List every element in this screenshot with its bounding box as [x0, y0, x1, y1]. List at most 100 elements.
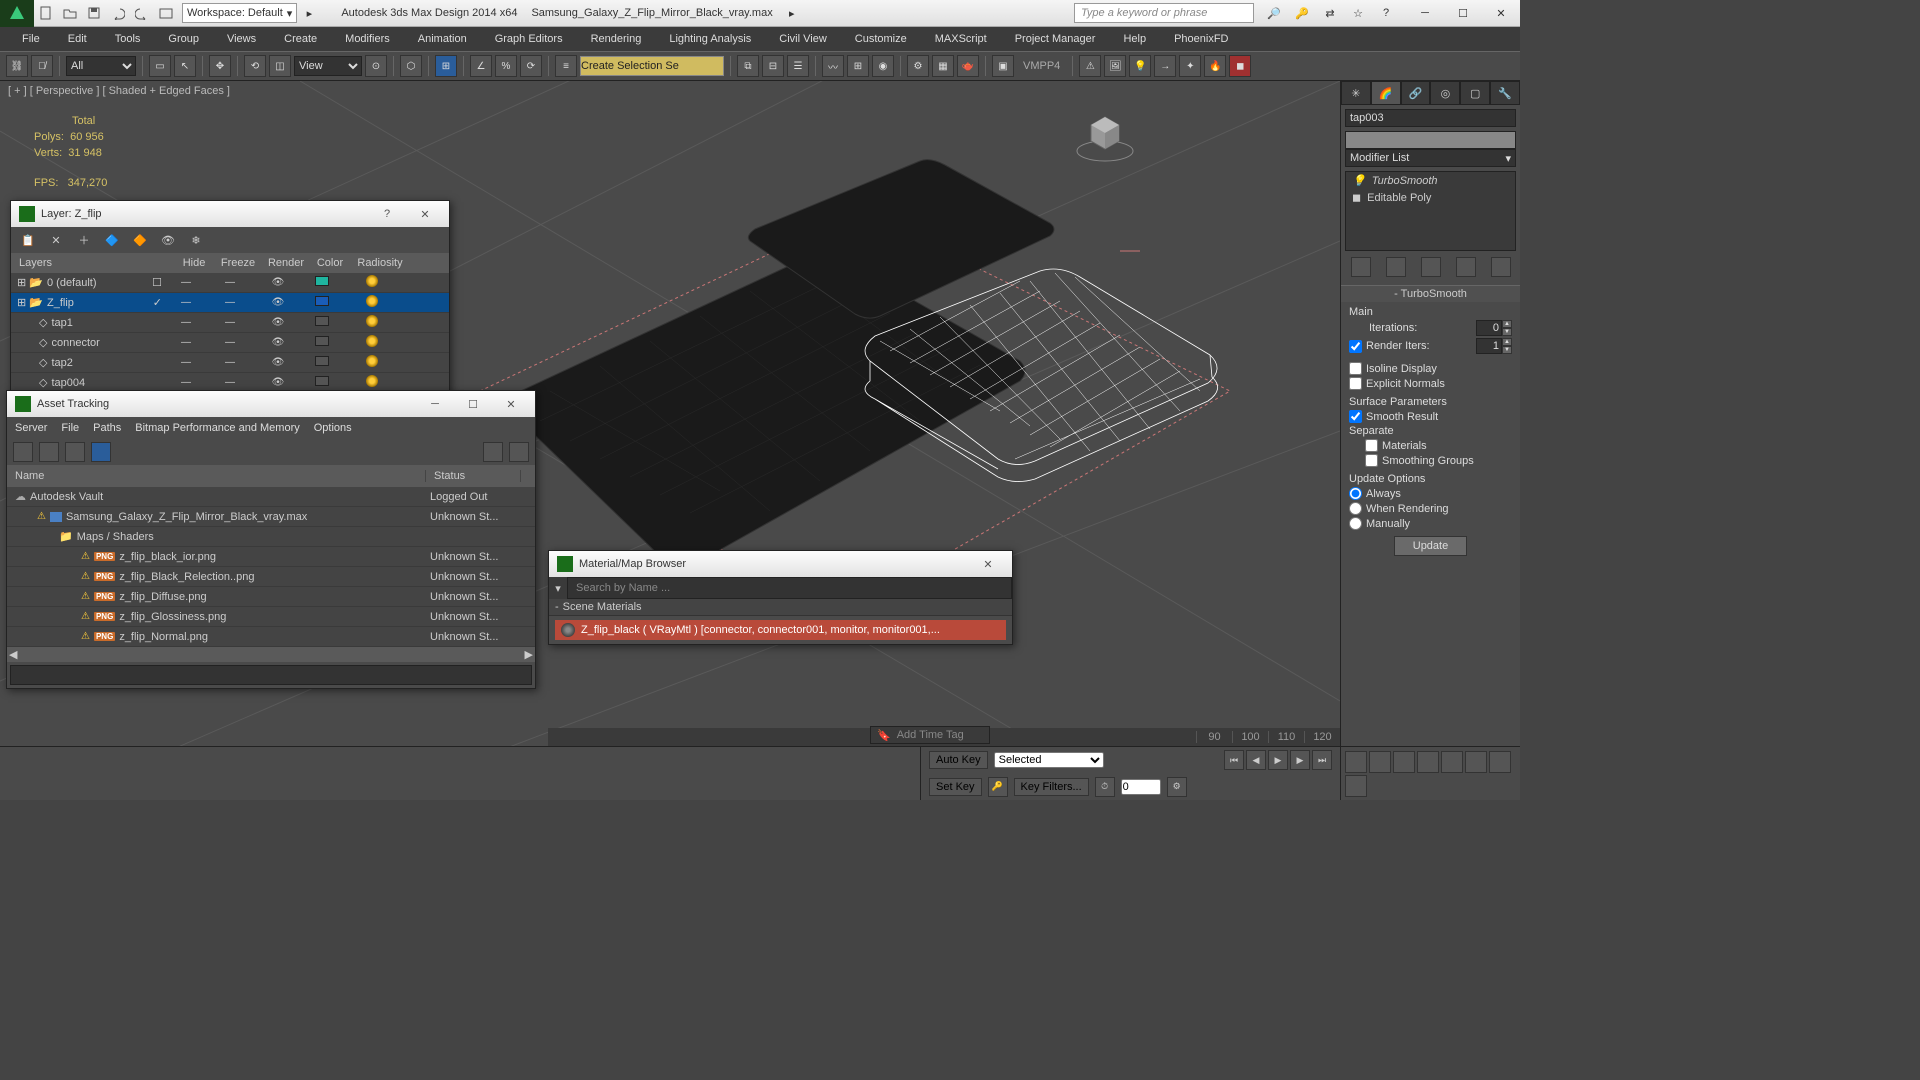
- undo-icon[interactable]: [107, 2, 129, 24]
- layer-row[interactable]: ◇ tap2 ——👁: [11, 353, 449, 373]
- layer-row[interactable]: ⊞ 📂 Z_flip ✓——👁: [11, 293, 449, 313]
- orbit-icon[interactable]: [1465, 751, 1487, 773]
- schematic-icon[interactable]: ⊞: [847, 55, 869, 77]
- asset-hscroll[interactable]: ◀▶: [7, 647, 535, 662]
- arrow-icon[interactable]: →: [1154, 55, 1176, 77]
- rotate-icon[interactable]: ⟲: [244, 55, 266, 77]
- viewcube[interactable]: [1070, 101, 1140, 171]
- menu-rendering[interactable]: Rendering: [577, 29, 656, 49]
- maximize-vp-icon[interactable]: [1489, 751, 1511, 773]
- asset-min-button[interactable]: ─: [419, 393, 451, 415]
- move-icon[interactable]: ✥: [209, 55, 231, 77]
- scale-icon[interactable]: ◫: [269, 55, 291, 77]
- unique-icon[interactable]: [1421, 257, 1441, 277]
- menu-civil-view[interactable]: Civil View: [765, 29, 840, 49]
- asset-menu-server[interactable]: Server: [15, 422, 47, 434]
- vray-fb-icon[interactable]: ▣: [992, 55, 1014, 77]
- stop-icon[interactable]: ◼: [1229, 55, 1251, 77]
- minimize-button[interactable]: ─: [1406, 0, 1444, 27]
- mat-search-input[interactable]: Search by Name ...: [567, 577, 1012, 599]
- remove-mod-icon[interactable]: [1456, 257, 1476, 277]
- asset-row[interactable]: ⚠ Samsung_Galaxy_Z_Flip_Mirror_Black_vra…: [7, 507, 535, 527]
- freeze-unfreeze-icon[interactable]: ❄: [187, 231, 205, 249]
- zoom-ext-icon[interactable]: [1393, 751, 1415, 773]
- create-tab-icon[interactable]: ✳: [1341, 81, 1371, 105]
- next-frame-icon[interactable]: ▶: [1290, 750, 1310, 770]
- menu-file[interactable]: File: [8, 29, 54, 49]
- hierarchy-tab-icon[interactable]: 🔗: [1401, 81, 1431, 105]
- mat-section-header[interactable]: -Scene Materials: [549, 599, 1012, 616]
- add-to-layer-icon[interactable]: ＋: [75, 231, 93, 249]
- asset-row[interactable]: ⚠PNG z_flip_Black_Relection..pngUnknown …: [7, 567, 535, 587]
- render-iters-row[interactable]: Render Iters: ▲▼: [1349, 338, 1512, 354]
- menu-tools[interactable]: Tools: [101, 29, 155, 49]
- isoline-checkbox[interactable]: [1349, 362, 1362, 375]
- layer-row[interactable]: ◇ tap1 ——👁: [11, 313, 449, 333]
- asset-menu-paths[interactable]: Paths: [93, 422, 121, 434]
- smooth-result-checkbox[interactable]: [1349, 410, 1362, 423]
- asset-row[interactable]: ⚠PNG z_flip_Diffuse.pngUnknown St...: [7, 587, 535, 607]
- menu-maxscript[interactable]: MAXScript: [921, 29, 1001, 49]
- hide-unhide-icon[interactable]: 👁: [159, 231, 177, 249]
- fire-icon[interactable]: 🔥: [1204, 55, 1226, 77]
- display-tab-icon[interactable]: ▢: [1460, 81, 1490, 105]
- asset-list[interactable]: ☁ Autodesk VaultLogged Out⚠ Samsung_Gala…: [7, 487, 535, 647]
- time-config-icon[interactable]: ⏱: [1095, 777, 1115, 797]
- time-settings-icon[interactable]: ⚙: [1167, 777, 1187, 797]
- utilities-tab-icon[interactable]: 🔧: [1490, 81, 1520, 105]
- motion-tab-icon[interactable]: ◎: [1430, 81, 1460, 105]
- menu-animation[interactable]: Animation: [404, 29, 481, 49]
- set-key-button[interactable]: Set Key: [929, 778, 982, 796]
- asset-row[interactable]: 📁 Maps / Shaders: [7, 527, 535, 547]
- angle-snap-icon[interactable]: ∠: [470, 55, 492, 77]
- layer-mgr-icon[interactable]: ☰: [787, 55, 809, 77]
- modifier-list-dropdown[interactable]: Modifier List▾: [1345, 149, 1516, 167]
- zoom-all-icon[interactable]: [1441, 751, 1463, 773]
- menu-phoenixfd[interactable]: PhoenixFD: [1160, 29, 1242, 49]
- help-icon[interactable]: ?: [1375, 2, 1397, 24]
- at-opt2-icon[interactable]: [509, 442, 529, 462]
- at-tree-icon[interactable]: [65, 442, 85, 462]
- binoculars-icon[interactable]: 🔎: [1263, 2, 1285, 24]
- manually-radio[interactable]: [1349, 517, 1362, 530]
- lightbulb-icon[interactable]: 💡: [1352, 174, 1366, 187]
- current-frame-input[interactable]: [1121, 779, 1161, 795]
- layer-row[interactable]: ⊞ 📂 0 (default) ☐——👁: [11, 273, 449, 293]
- unlink-icon[interactable]: ⛓̸: [31, 55, 53, 77]
- configure-icon[interactable]: [1491, 257, 1511, 277]
- play-icon[interactable]: ▶: [1268, 750, 1288, 770]
- at-refresh-icon[interactable]: [13, 442, 33, 462]
- delete-layer-icon[interactable]: ✕: [47, 231, 65, 249]
- new-layer-icon[interactable]: 📋: [19, 231, 37, 249]
- nav-extra-icon[interactable]: [1345, 775, 1367, 797]
- materials-checkbox[interactable]: [1365, 439, 1378, 452]
- particle-icon[interactable]: ✦: [1179, 55, 1201, 77]
- exchange-icon[interactable]: ⇄: [1319, 2, 1341, 24]
- select-highlight-icon[interactable]: 🔷: [103, 231, 121, 249]
- asset-row[interactable]: ⚠PNG z_flip_Glossiness.pngUnknown St...: [7, 607, 535, 627]
- layer-help-button[interactable]: ?: [371, 203, 403, 225]
- select-arrow-icon[interactable]: ↖: [174, 55, 196, 77]
- menu-help[interactable]: Help: [1109, 29, 1160, 49]
- asset-row[interactable]: ⚠PNG z_flip_black_ior.pngUnknown St...: [7, 547, 535, 567]
- named-sel-icon[interactable]: ≡: [555, 55, 577, 77]
- render-frame-icon[interactable]: ▦: [932, 55, 954, 77]
- pivot-icon[interactable]: ⊙: [365, 55, 387, 77]
- curve-editor-icon[interactable]: 〰: [822, 55, 844, 77]
- selection-filter-dropdown[interactable]: All: [66, 56, 136, 76]
- explicit-normals-checkbox[interactable]: [1349, 377, 1362, 390]
- menu-project-manager[interactable]: Project Manager: [1001, 29, 1110, 49]
- workspace-arrow-icon[interactable]: ▸: [298, 2, 320, 24]
- selection-set-input[interactable]: [580, 56, 724, 76]
- asset-row[interactable]: ☁ Autodesk VaultLogged Out: [7, 487, 535, 507]
- smoothing-groups-checkbox[interactable]: [1365, 454, 1378, 467]
- search-input[interactable]: Type a keyword or phrase: [1074, 3, 1254, 23]
- menu-views[interactable]: Views: [213, 29, 270, 49]
- at-list-icon[interactable]: [39, 442, 59, 462]
- star-icon[interactable]: ☆: [1347, 2, 1369, 24]
- project-icon[interactable]: [155, 2, 177, 24]
- menu-graph-editors[interactable]: Graph Editors: [481, 29, 577, 49]
- ref-coord-dropdown[interactable]: View: [294, 56, 362, 76]
- when-rendering-radio[interactable]: [1349, 502, 1362, 515]
- layer-close-button[interactable]: ✕: [409, 203, 441, 225]
